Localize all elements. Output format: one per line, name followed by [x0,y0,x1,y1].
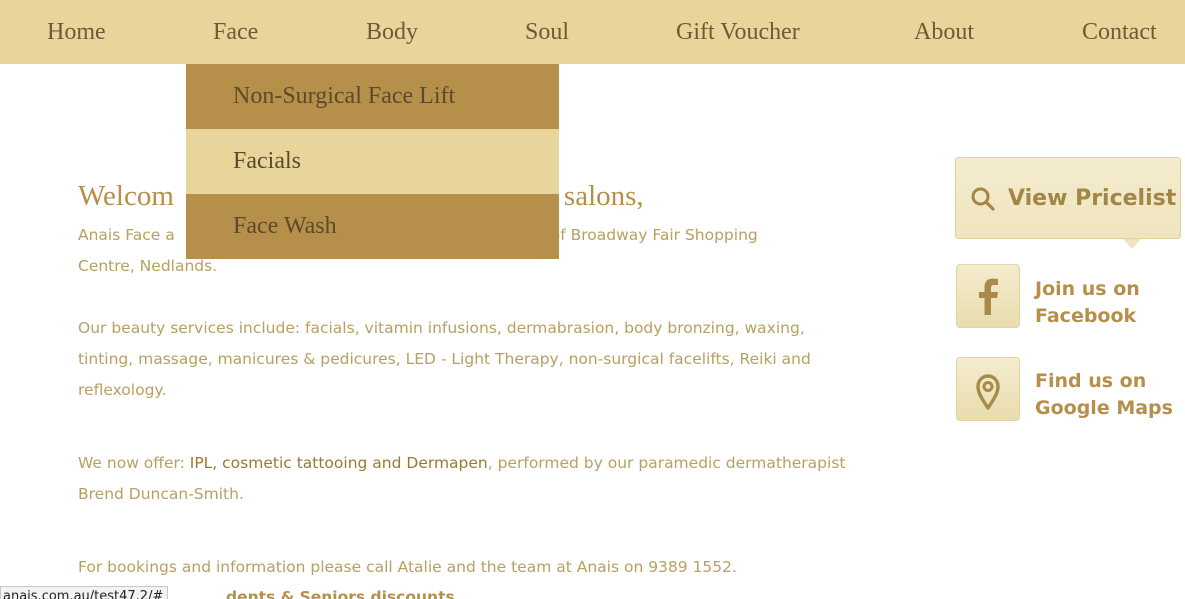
browser-status-url: anais.com.au/test47.2/# [0,586,169,599]
facebook-link-line2: Facebook [1035,305,1137,327]
nav-item-body[interactable]: Body [366,0,418,64]
intro-text-start: Anais Face a [78,226,175,244]
dropdown-item-non-surgical-face-lift[interactable]: Non-Surgical Face Lift [186,64,559,129]
search-icon [971,187,995,211]
dropdown-item-face-wash[interactable]: Face Wash [186,194,559,259]
nav-item-soul[interactable]: Soul [525,0,569,64]
view-pricelist-label: View Pricelist [1008,186,1177,211]
pricelist-pointer [1123,239,1141,249]
nav-item-contact[interactable]: Contact [1082,0,1157,64]
top-navigation: Home Face Body Soul Gift Voucher About C… [0,0,1185,64]
nav-item-face[interactable]: Face [213,0,258,64]
facebook-icon [979,278,998,315]
intro-text-line2: Centre, Nedlands. [78,257,218,275]
dropdown-item-facials[interactable]: Facials [186,129,559,194]
google-maps-link[interactable]: Find us on Google Maps [1035,368,1173,422]
google-maps-button[interactable] [956,357,1020,421]
nav-item-home[interactable]: Home [47,0,106,64]
google-maps-link-line1: Find us on [1035,370,1147,392]
nav-item-gift-voucher[interactable]: Gift Voucher [676,0,800,64]
offer-paragraph: We now offer: IPL, cosmetic tattooing an… [78,448,858,510]
facebook-link[interactable]: Join us on Facebook [1035,276,1140,330]
offer-highlight-link[interactable]: IPL, cosmetic tattooing and Dermapen [190,454,488,472]
nav-item-about[interactable]: About [914,0,974,64]
view-pricelist-button[interactable]: View Pricelist [955,157,1181,249]
bookings-paragraph: For bookings and information please call… [78,558,737,576]
map-pin-icon [976,374,1000,410]
facebook-link-line1: Join us on [1035,278,1140,300]
offer-prefix: We now offer: [78,454,190,472]
services-paragraph: Our beauty services include: facials, vi… [78,319,811,399]
welcome-heading-end: salons, [563,180,644,212]
welcome-heading-start: Welcom [78,180,174,212]
face-dropdown-menu: Non-Surgical Face Lift Facials Face Wash [186,64,559,259]
google-maps-link-line2: Google Maps [1035,397,1173,419]
students-seniors-discounts-link[interactable]: dents & Seniors discounts [226,586,455,599]
intro-text-end: of Broadway Fair Shopping [550,226,758,244]
facebook-button[interactable] [956,264,1020,328]
